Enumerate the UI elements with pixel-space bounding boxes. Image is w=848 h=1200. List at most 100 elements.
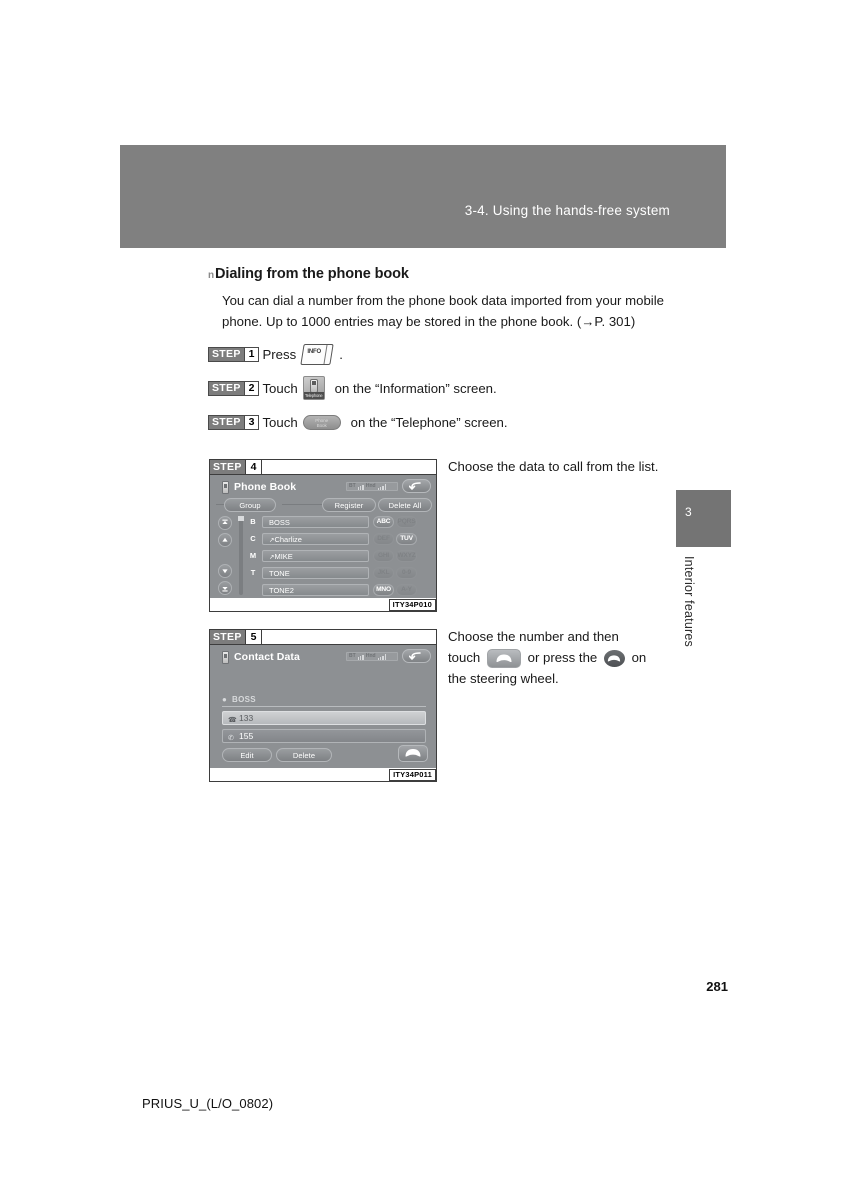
figure-4-code: ITY34P010 [388, 599, 436, 611]
call-handset-icon [496, 654, 512, 662]
section-paragraph: You can dial a number from the phone boo… [222, 293, 664, 329]
contact-data-screen: Contact Data BT Hnd ● BOSS ☎ 133 ✆ 155 E… [210, 645, 436, 768]
group-button[interactable]: Group [224, 498, 276, 512]
handset-shape [309, 379, 318, 393]
key-pqrs[interactable]: PQRS [396, 516, 417, 528]
row-index-letter-2: C [250, 534, 256, 543]
steering-wheel-call-switch-icon[interactable] [603, 650, 625, 668]
contact-number-row-2[interactable]: ✆ 155 [222, 729, 426, 743]
scroll-top-button[interactable] [218, 516, 232, 530]
call-handset-icon [608, 654, 621, 661]
note5-touch-label: touch [448, 650, 481, 665]
rule-mid [282, 504, 324, 505]
scrollbar-thumb[interactable] [238, 516, 244, 521]
figure-step-5: STEP 5 Contact Data BT Hnd ● BOSS ☎ 133 … [209, 629, 437, 782]
figure-4-step-word: STEP [210, 460, 245, 474]
contact-number-row-1[interactable]: ☎ 133 [222, 711, 426, 725]
figure-5-step-word: STEP [210, 630, 245, 644]
bluetooth-status-label: BT [349, 653, 356, 659]
step-text-3-after: on the “Telephone” screen. [350, 414, 508, 430]
figure-4-step-number: 4 [244, 460, 263, 474]
table-row[interactable]: TONE2 [262, 584, 369, 596]
handset-icon [222, 651, 229, 664]
step-word-1: STEP [209, 347, 244, 361]
contact-person-icon: ● [222, 695, 227, 704]
page-header-band: 3-4. Using the hands-free system [120, 145, 726, 248]
table-row[interactable]: BOSS [262, 516, 369, 528]
back-arrow-icon [409, 482, 421, 490]
section-bullet-icon: n [208, 270, 215, 281]
back-arrow-icon [409, 652, 421, 660]
figure-5-step-badge: STEP 5 [210, 630, 436, 645]
battery-bars-icon [357, 654, 364, 660]
row-name-5: TONE2 [269, 586, 294, 595]
scroll-down-button[interactable] [218, 564, 232, 578]
delete-all-button[interactable]: Delete All [378, 498, 432, 512]
document-code: PRIUS_U_(L/O_0802) [142, 1096, 274, 1111]
edit-button[interactable]: Edit [222, 748, 272, 762]
chapter-number: 3 [685, 505, 692, 519]
note5-line2: or press the [527, 650, 598, 665]
key-abc[interactable]: ABC [373, 516, 394, 528]
key-def[interactable]: DEF [373, 533, 394, 545]
key-tuv[interactable]: TUV [396, 533, 417, 545]
contact-name-underline [222, 706, 426, 707]
phone-book-button-label-line1: Phone [315, 417, 329, 423]
call-handset-icon [405, 749, 421, 757]
back-button[interactable] [402, 649, 431, 663]
key-wxyz[interactable]: WXYZ [396, 550, 417, 562]
key-label: INFO [307, 348, 321, 355]
step-number-3: 3 [243, 415, 259, 429]
bluetooth-status-label: BT [349, 483, 356, 489]
handsfree-status-label: Hnd [365, 483, 376, 489]
telephone-tile-label: Telephone [303, 392, 324, 399]
phone-book-soft-button-icon[interactable]: Phone Book [302, 414, 341, 430]
row-name-4: TONE [269, 569, 290, 578]
step-number-1: 1 [243, 347, 259, 361]
note-for-step-4: Choose the data to call from the list. [448, 459, 659, 474]
step-badge-2: STEP 2 [208, 380, 260, 396]
page-header-title: 3-4. Using the hands-free system [464, 203, 670, 218]
scroll-down-icon [222, 569, 228, 574]
row-name-3: MIKE [274, 552, 293, 561]
key-ghi[interactable]: GHI [373, 550, 394, 562]
contact-number-value-2: 155 [239, 731, 254, 741]
info-hardware-key-icon[interactable]: INFO [300, 343, 334, 365]
call-button-inline-icon[interactable] [486, 649, 521, 669]
back-button[interactable] [402, 479, 431, 493]
battery-bars-icon [357, 484, 364, 490]
step-number-2: 2 [243, 381, 259, 395]
handset-icon [222, 481, 229, 494]
key-a-y[interactable]: A-Y [396, 584, 417, 596]
scroll-to-bottom-icon [222, 587, 228, 592]
step-text-2-before: Touch [262, 380, 298, 396]
step-badge-3: STEP 3 [208, 414, 260, 430]
figure-5-code: ITY34P011 [389, 769, 436, 781]
register-button[interactable]: Register [322, 498, 376, 512]
note5-line3: on [631, 650, 647, 665]
mobile-phone-icon: ✆ [228, 735, 234, 742]
phone-book-button-label-line2: Book [316, 423, 327, 428]
status-indicator-group: BT Hnd [346, 482, 398, 491]
key-jkl[interactable]: JKL [373, 567, 394, 579]
step-word-2: STEP [209, 381, 244, 395]
scrollbar-track[interactable] [239, 516, 243, 595]
signal-bars-icon [377, 653, 387, 660]
key-mno[interactable]: MNO [373, 584, 394, 596]
chapter-tab: 3 [676, 490, 731, 547]
note5-line1: Choose the number and then [448, 629, 619, 644]
call-button[interactable] [398, 745, 428, 762]
row-index-letter-1: B [250, 517, 256, 526]
table-row[interactable]: TONE [262, 567, 369, 579]
note5-line4: the steering wheel. [448, 671, 559, 687]
contact-number-value-1: 133 [239, 713, 254, 723]
scroll-up-button[interactable] [218, 533, 232, 547]
table-row[interactable]: ↗Charlize [262, 533, 369, 545]
delete-button[interactable]: Delete [276, 748, 332, 762]
table-row[interactable]: ↗MIKE [262, 550, 369, 562]
status-indicator-group: BT Hnd [346, 652, 398, 661]
key-0-9[interactable]: 0-9 [396, 567, 417, 579]
scroll-bottom-button[interactable] [218, 581, 232, 595]
note-for-step-5: Choose the number and then touch or pres… [448, 626, 670, 689]
telephone-tile-icon[interactable]: Telephone [302, 376, 325, 400]
